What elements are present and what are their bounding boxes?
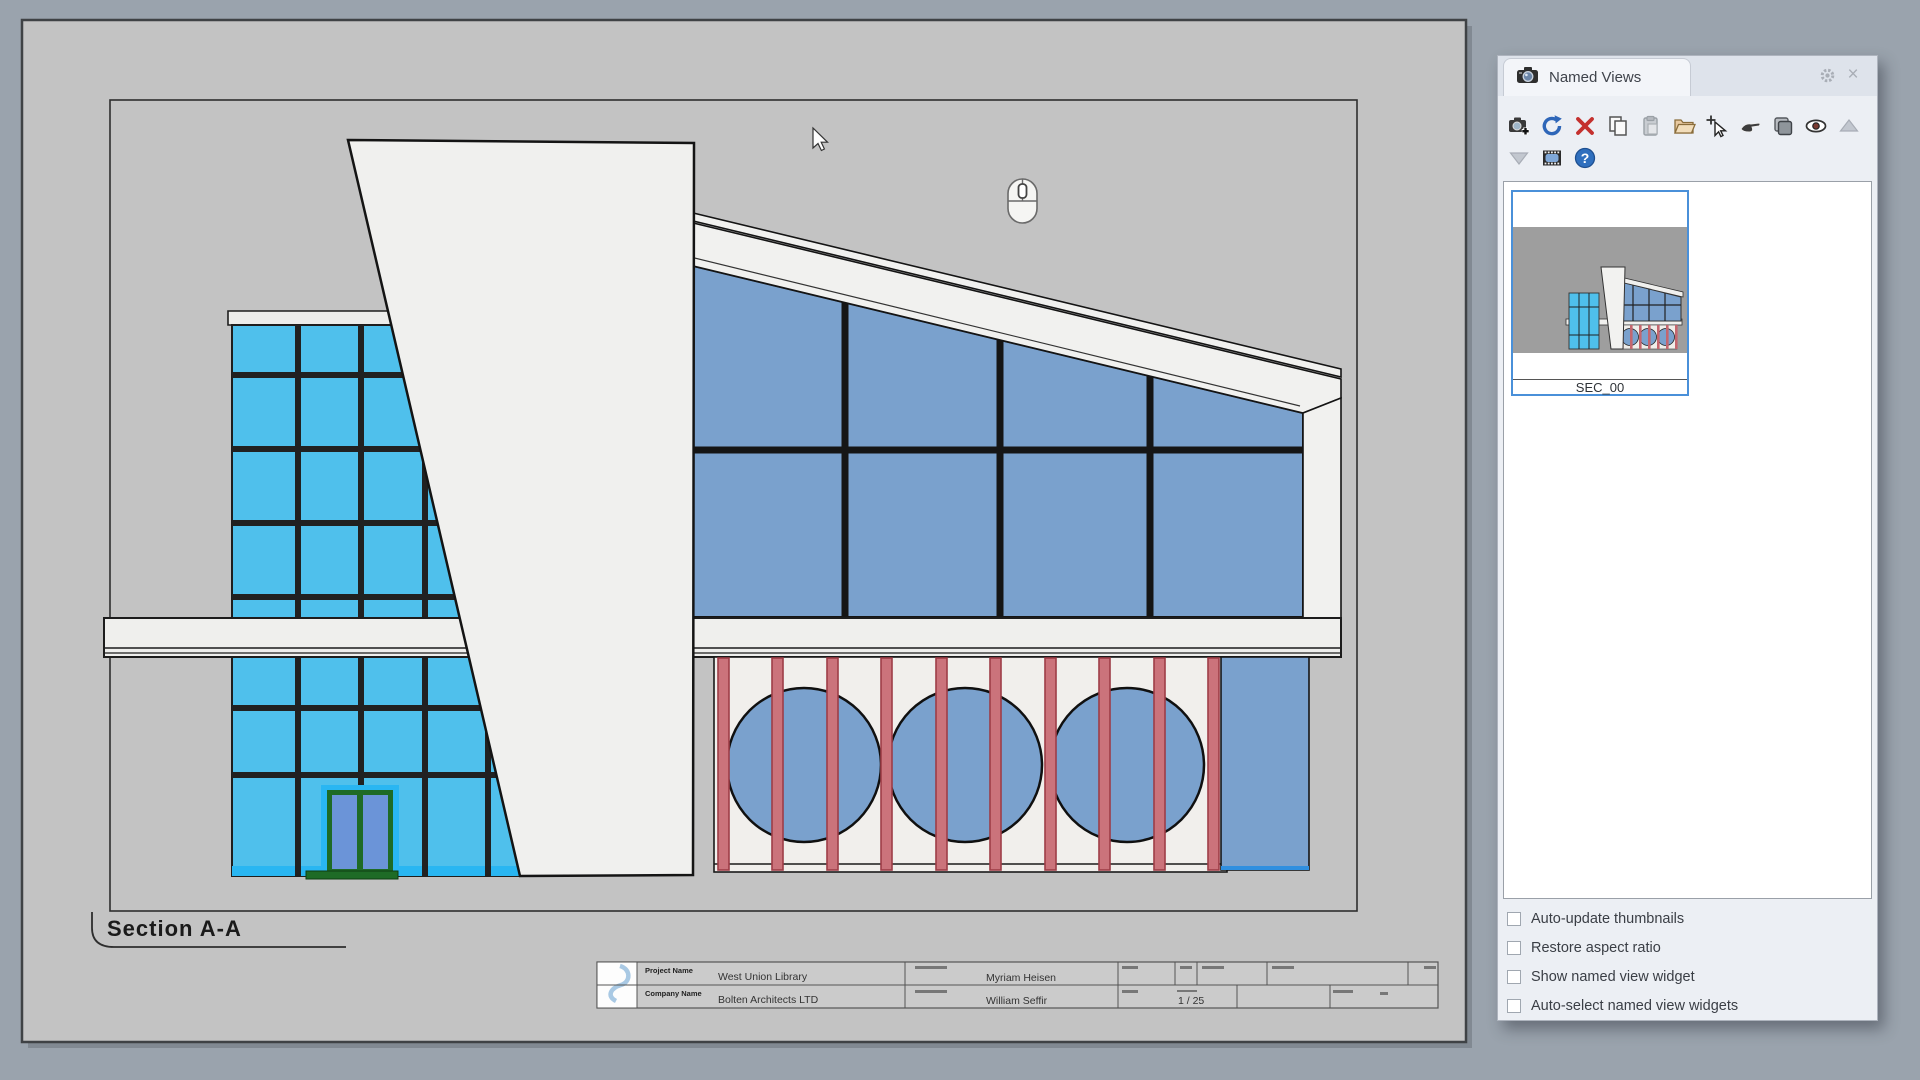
named-views-list[interactable]: SEC_00 <box>1503 181 1872 899</box>
thumbnail-letterbox-bottom <box>1513 353 1687 380</box>
circle-window-1 <box>727 688 881 842</box>
right-blue-wall <box>1221 657 1309 870</box>
view-label: Section A-A <box>107 916 242 941</box>
named-view-name[interactable]: SEC_00 <box>1513 380 1687 395</box>
show-named-view-widget-checkbox[interactable] <box>1507 970 1521 984</box>
help-icon[interactable]: ? <box>1573 146 1597 170</box>
copy-icon[interactable] <box>1606 114 1630 138</box>
panel-header: Named Views × <box>1498 56 1877 96</box>
panel-toolbar-row2: ? <box>1507 146 1597 170</box>
named-view-thumbnail <box>1513 227 1687 353</box>
option-restore-aspect-ratio: Restore aspect ratio <box>1498 933 1877 962</box>
open-icon[interactable] <box>1672 114 1696 138</box>
project-name: West Union Library <box>718 971 808 983</box>
move-down-icon[interactable] <box>1507 146 1531 170</box>
camera-icon <box>1516 65 1540 90</box>
option-show-named-view-widget: Show named view widget <box>1498 962 1877 991</box>
thumbnail-letterbox-top <box>1513 192 1687 227</box>
beam-band <box>104 618 1341 657</box>
panel-title: Named Views <box>1549 69 1641 86</box>
title-block: Project Name West Union Library Company … <box>597 962 1438 1008</box>
mouse-middle-button-indicator <box>1008 179 1037 223</box>
company-name: Bolten Architects LTD <box>718 994 819 1006</box>
panel-title-tab[interactable]: Named Views <box>1503 58 1691 96</box>
apply-named-view-hand-icon[interactable] <box>1738 114 1762 138</box>
add-named-view-icon[interactable] <box>1507 114 1531 138</box>
circle-window-3 <box>1050 688 1204 842</box>
show-hide-eye-icon[interactable] <box>1804 114 1828 138</box>
delete-named-view-icon[interactable] <box>1573 114 1597 138</box>
update-thumbnail-icon[interactable] <box>1540 114 1564 138</box>
option-label: Auto-select named view widgets <box>1531 998 1738 1014</box>
curtain-wall-cap <box>228 311 391 325</box>
select-named-view-icon[interactable] <box>1705 114 1729 138</box>
option-auto-select-named-view-widgets: Auto-select named view widgets <box>1498 991 1877 1020</box>
panel-options: Auto-update thumbnails Restore aspect ra… <box>1498 904 1877 1020</box>
auto-select-named-view-widgets-checkbox[interactable] <box>1507 999 1521 1013</box>
restore-aspect-ratio-checkbox[interactable] <box>1507 941 1521 955</box>
paste-icon[interactable] <box>1639 114 1663 138</box>
auto-update-thumbnails-checkbox[interactable] <box>1507 912 1521 926</box>
drafter-name: William Seffir <box>986 995 1048 1007</box>
option-label: Show named view widget <box>1531 969 1695 985</box>
designer-name: Myriam Heisen <box>986 972 1056 984</box>
svg-text:?: ? <box>1581 150 1590 166</box>
gear-icon[interactable] <box>1817 65 1837 85</box>
move-up-icon[interactable] <box>1837 114 1861 138</box>
option-label: Restore aspect ratio <box>1531 940 1661 956</box>
record-slideshow-icon[interactable] <box>1540 146 1564 170</box>
option-auto-update-thumbnails: Auto-update thumbnails <box>1498 904 1877 933</box>
project-name-label: Project Name <box>645 966 693 975</box>
sheet-scale: 1 / 25 <box>1178 995 1204 1007</box>
duplicate-icon[interactable] <box>1771 114 1795 138</box>
company-name-label: Company Name <box>645 989 702 998</box>
option-label: Auto-update thumbnails <box>1531 911 1684 927</box>
panel-toolbar-row1 <box>1507 114 1861 138</box>
close-icon[interactable]: × <box>1843 65 1863 85</box>
named-views-panel: Named Views × <box>1497 55 1878 1021</box>
circle-window-2 <box>888 688 1042 842</box>
named-view-item[interactable]: SEC_00 <box>1511 190 1689 396</box>
